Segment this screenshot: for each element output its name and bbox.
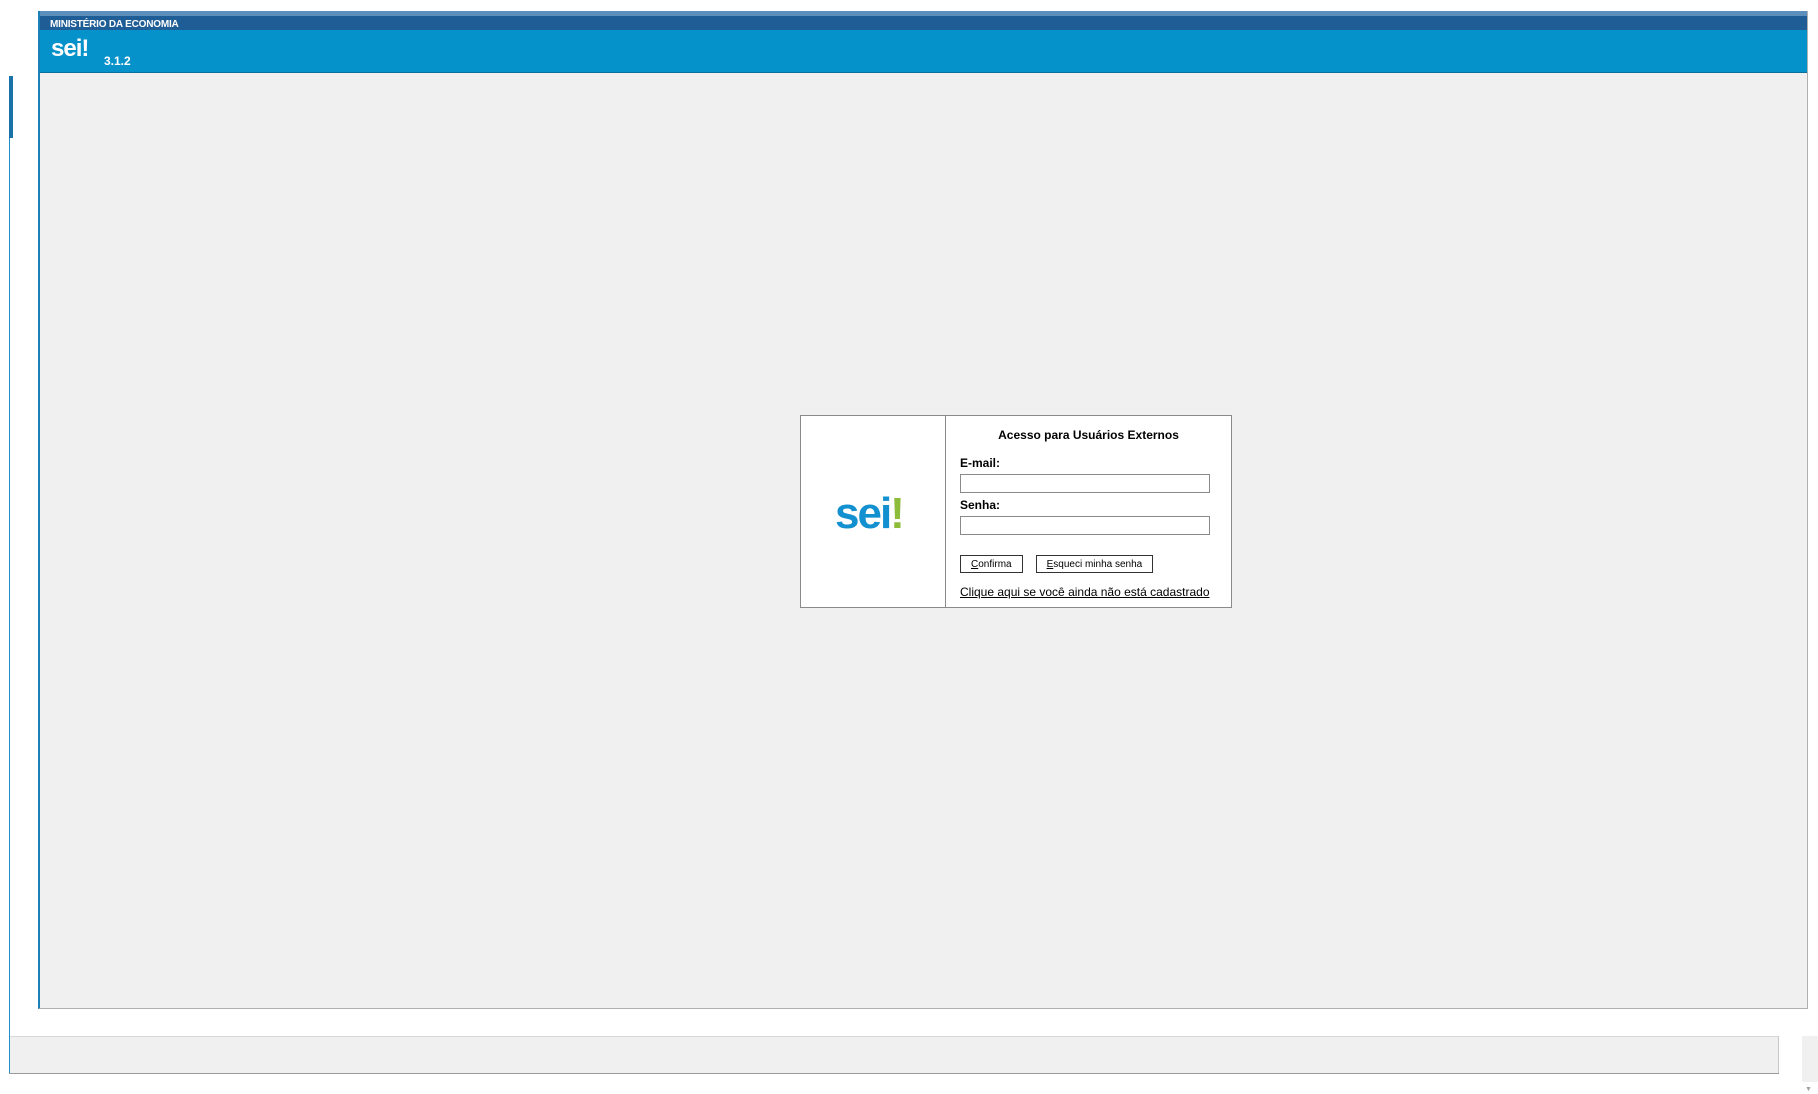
outer-frame-left-border [9, 76, 10, 1074]
version-label: 3.1.2 [104, 54, 131, 68]
app-window: MINISTÉRIO DA ECONOMIA sei! 3.1.2 sei! A… [38, 11, 1808, 1009]
buttons-row: Confirma Esqueci minha senha [960, 555, 1217, 573]
register-link[interactable]: Clique aqui se você ainda não está cadas… [960, 585, 1217, 599]
confirm-button[interactable]: Confirma [960, 555, 1023, 573]
outer-frame-accent [9, 76, 13, 138]
login-form: Acesso para Usuários Externos E-mail: Se… [946, 416, 1231, 607]
password-label: Senha: [960, 498, 1001, 512]
sei-logo-text: sei! [835, 489, 903, 538]
scrollbar-stub[interactable] [1802, 1036, 1818, 1082]
forgot-password-button-label: squeci minha senha [1053, 558, 1143, 570]
email-input[interactable] [960, 474, 1210, 493]
email-label: E-mail: [960, 456, 1001, 470]
forgot-password-button[interactable]: Esqueci minha senha [1035, 555, 1154, 573]
bottom-status-strip [10, 1036, 1779, 1073]
org-name: MINISTÉRIO DA ECONOMIA [50, 18, 179, 30]
password-input[interactable] [960, 516, 1210, 535]
login-title: Acesso para Usuários Externos [998, 428, 1179, 442]
sei-header-logo-text: sei! [51, 35, 88, 62]
org-bar: MINISTÉRIO DA ECONOMIA [40, 11, 1807, 30]
sei-logo: sei! [835, 489, 905, 538]
scroll-down-arrow-icon[interactable]: ▼ [1805, 1086, 1812, 1093]
login-logo-panel: sei! [801, 416, 946, 607]
sei-header-logo: sei! [51, 35, 89, 62]
brand-bar: sei! 3.1.2 [40, 30, 1807, 73]
outer-frame-bottom-border [9, 1073, 1779, 1074]
confirm-button-label: onfirma [978, 558, 1012, 570]
login-box: sei! Acesso para Usuários Externos E-mai… [800, 415, 1232, 608]
